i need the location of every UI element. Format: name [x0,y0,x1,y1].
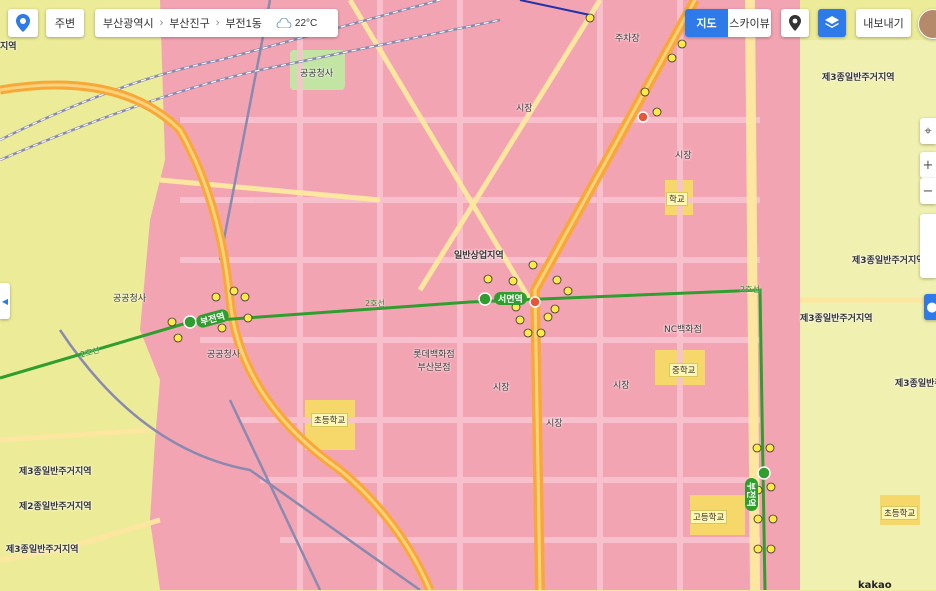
kakaomap-home-button[interactable] [8,9,38,37]
station-label-bujeon-2[interactable]: 부전역 [745,478,758,511]
maptype-map-button[interactable]: 지도 [685,9,728,37]
breadcrumb: 부산광역시 › 부산진구 › 부전1동 22°C [95,9,338,37]
kakao-logo: kakao [858,580,892,591]
crosshair-icon: ⌖ [924,123,932,139]
crosshair-button[interactable]: ⌖ [920,118,936,144]
map-label-elementary-school: 초등학교 [881,506,919,520]
map-label-parking: 주차장 [615,34,640,44]
subway-line-label: 2호선 [365,299,385,308]
zoom-in-button[interactable]: + [920,152,936,178]
map-label-commercial-zone: 일반상업지역 [454,251,504,261]
breadcrumb-dong[interactable]: 부전1동 [225,15,261,31]
map-label-market: 시장 [493,383,510,393]
map-label-market: 시장 [613,381,630,391]
location-pin-icon [789,15,801,31]
map-label-public-office: 공공청사 [113,294,147,304]
location-button[interactable] [781,9,809,37]
map-label-zone: 제3종일반주거지역 [800,314,873,324]
zoom-out-button[interactable]: − [920,178,936,204]
zoom-out-icon: − [922,183,934,199]
map-label-zone: 제2종일반주거지역 [19,502,92,512]
breadcrumb-district[interactable]: 부산진구 [169,15,209,31]
map-label-zone: 제3종일반주거지역 [19,467,92,477]
map-label-market: 시장 [546,419,563,429]
layers-button[interactable] [818,9,846,37]
map-label-market: 시장 [675,151,692,161]
map-label-zone: 제3종일반주거지역 [6,545,79,555]
zoom-in-icon: + [922,157,934,173]
export-button[interactable]: 내보내기 [856,9,911,37]
map-label-elementary-school: 초등학교 [311,413,349,427]
map-label-middle-school: 중학교 [669,363,699,377]
map-label-lotte-dept-store: 롯데백화점 부산본점 [413,350,455,373]
subway-line-label: 2호선 [740,285,760,294]
station-label-seomyeon[interactable]: 서면역 [494,292,527,305]
location-pin-icon: ● [926,299,936,315]
map-label-top-left: 지역 [0,42,17,52]
map-label-market: 시장 [516,104,533,114]
layers-icon [825,16,839,28]
sidebar-toggle-button[interactable]: ◀ [0,283,10,319]
maptype-toggle: 지도 스카이뷰 [685,9,771,37]
map-label-nc-dept-store: NC백화점 [664,325,702,335]
kakaomap-pin-icon [16,14,30,32]
map-label-zone: 제3종일반주거지역 [822,73,895,83]
chevron-left-icon: ◀ [1,296,9,306]
roadview-button[interactable]: ● [924,294,936,320]
chevron-right-icon: › [215,17,220,29]
map-label-zone: 제3종일반주거지역 [895,379,936,389]
breadcrumb-city[interactable]: 부산광역시 [103,15,154,31]
map-label-public-office: 공공청사 [300,69,334,79]
around-button[interactable]: 주변 [46,9,84,37]
map-label-public-office: 공공청사 [207,350,241,360]
tools-panel[interactable] [920,214,936,278]
cloud-icon [276,18,292,28]
temperature: 22°C [294,17,318,29]
map-label-school: 학교 [666,192,688,206]
map-label-zone: 제3종일반주거지역 [852,256,925,266]
chevron-right-icon: › [159,17,164,29]
maptype-skyview-button[interactable]: 스카이뷰 [728,9,771,37]
map-label-high-school: 고등학교 [690,510,728,524]
weather-widget[interactable]: 22°C [276,18,317,29]
